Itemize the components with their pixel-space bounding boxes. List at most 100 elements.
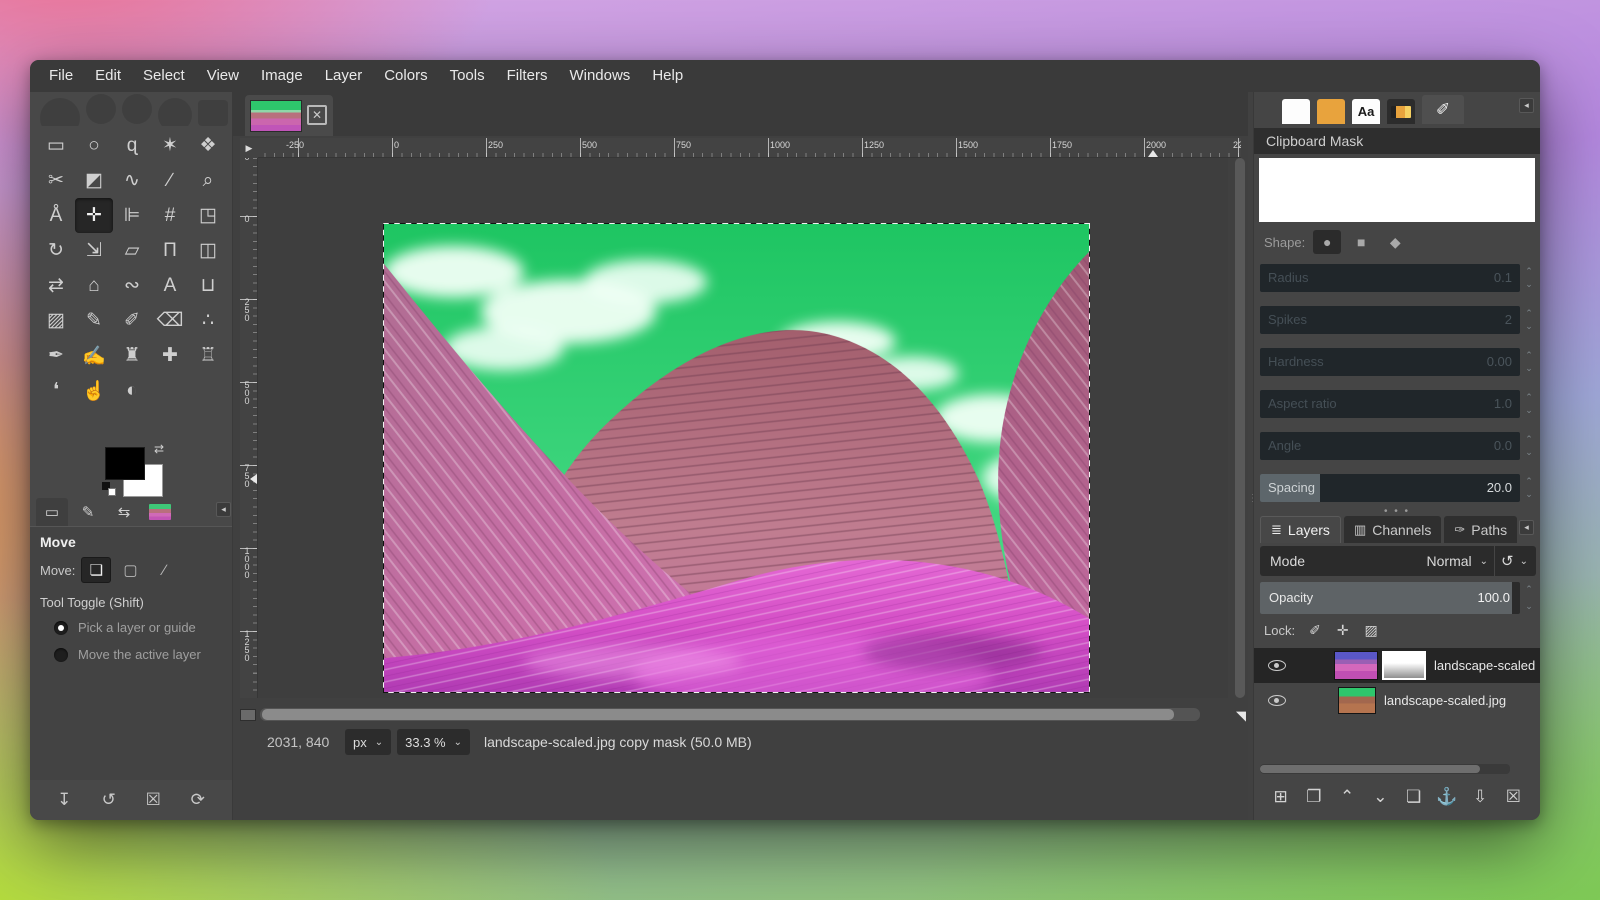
undo-history-tab[interactable]: ⇆ — [108, 498, 140, 526]
3d-transform-tool[interactable]: ◫ — [189, 233, 227, 268]
menu-item[interactable]: Image — [250, 60, 314, 92]
close-image-icon[interactable]: ✕ — [307, 105, 327, 125]
toolbox-dock-menu-button[interactable]: ◂ — [216, 502, 231, 517]
dock-menu-button[interactable]: ◂ — [1519, 98, 1534, 113]
horizontal-scrollbar[interactable] — [260, 708, 1200, 721]
paths-tool[interactable]: ∿ — [113, 163, 151, 198]
slider[interactable]: Angle 0.0 — [1260, 432, 1520, 460]
layer-name[interactable]: landscape-scaled — [1434, 658, 1535, 673]
ink-tool[interactable]: ✒ — [37, 338, 75, 373]
vertical-scrollbar[interactable] — [1235, 158, 1245, 698]
new-layer-button[interactable]: ⊞ — [1267, 787, 1295, 807]
radio-button[interactable] — [54, 648, 68, 662]
brush-editor-tab[interactable]: ✐ — [1422, 95, 1464, 124]
save-tool-preset-button[interactable]: ↧ — [50, 790, 78, 810]
lock-pixels-icon[interactable]: ✐ — [1309, 622, 1321, 639]
paintbrush-tool[interactable]: ✐ — [113, 303, 151, 338]
tool-options-tab[interactable]: ▭ — [36, 498, 68, 526]
opacity-slider[interactable]: Opacity 100.0 — [1260, 582, 1520, 614]
paths-tab[interactable]: ✑ Paths — [1444, 516, 1517, 543]
mode-reset-icon[interactable]: ↺ — [1501, 552, 1514, 570]
spinner[interactable]: ⌃⌄ — [1522, 264, 1536, 292]
navigation-preview-button[interactable]: ◥ — [1236, 708, 1246, 724]
layer-thumbnail[interactable] — [1334, 651, 1378, 680]
spinner[interactable]: ⌃⌄ — [1522, 432, 1536, 460]
lower-layer-button[interactable]: ⌄ — [1366, 787, 1394, 807]
bucket-fill-tool[interactable]: ⊔ — [189, 268, 227, 303]
menu-item[interactable]: Help — [641, 60, 694, 92]
shear-tool[interactable]: ▱ — [113, 233, 151, 268]
new-layer-group-button[interactable]: ❐ — [1300, 787, 1328, 807]
visibility-eye-icon[interactable] — [1268, 695, 1286, 706]
mypaint-brush-tool[interactable]: ✍ — [75, 338, 113, 373]
opacity-spinner[interactable]: ⌃⌄ — [1522, 582, 1536, 614]
crop-tool[interactable]: # — [151, 198, 189, 233]
blur-sharpen-tool[interactable]: ❛ — [37, 373, 75, 408]
foreground-select-tool[interactable]: ◩ — [75, 163, 113, 198]
slider[interactable]: Radius 0.1 — [1260, 264, 1520, 292]
heal-tool[interactable]: ✚ — [151, 338, 189, 373]
flip-tool[interactable]: ⇄ — [37, 268, 75, 303]
layer-mode-row[interactable]: Mode Normal ⌄ ↺ ⌄ — [1260, 546, 1536, 576]
slider[interactable]: Aspect ratio 1.0 — [1260, 390, 1520, 418]
menu-item[interactable]: Colors — [373, 60, 438, 92]
slider[interactable]: Spacing 20.0 — [1260, 474, 1520, 502]
text-tool[interactable]: A — [151, 268, 189, 303]
ruler-corner-button[interactable]: ▶ — [240, 138, 258, 158]
layer-name[interactable]: landscape-scaled.jpg — [1384, 693, 1506, 708]
shape-square-button[interactable]: ■ — [1347, 230, 1375, 254]
radio-button[interactable] — [54, 621, 68, 635]
restore-tool-preset-button[interactable]: ↺ — [95, 790, 123, 810]
move-tool[interactable]: ✛ — [75, 198, 113, 233]
lock-alpha-icon[interactable]: ▨ — [1365, 622, 1378, 639]
layer-thumbnail[interactable] — [1338, 687, 1376, 714]
delete-tool-preset-button[interactable]: ☒ — [139, 790, 167, 810]
perspective-clone-tool[interactable]: ♖ — [189, 338, 227, 373]
gradient-tool[interactable]: ▨ — [37, 303, 75, 338]
menu-item[interactable]: Filters — [496, 60, 559, 92]
menu-item[interactable]: Select — [132, 60, 196, 92]
visibility-eye-icon[interactable] — [1268, 660, 1286, 671]
move-mode-radio-row[interactable]: Pick a layer or guide — [30, 614, 232, 641]
swap-colors-icon[interactable]: ⇄ — [154, 442, 164, 456]
unit-select[interactable]: px ⌄ — [345, 729, 391, 755]
layer-row[interactable]: landscape-scaled — [1254, 648, 1540, 683]
cage-transform-tool[interactable]: ⌂ — [75, 268, 113, 303]
quick-mask-toggle[interactable] — [240, 709, 256, 721]
channels-tab[interactable]: ▥ Channels — [1344, 516, 1441, 543]
horizontal-ruler[interactable]: -2500250500750100012501500175020002250 — [258, 138, 1241, 158]
shape-circle-button[interactable]: ● — [1313, 230, 1341, 254]
perspective-tool[interactable]: Π — [151, 233, 189, 268]
zoom-select[interactable]: 33.3 % ⌄ — [397, 729, 470, 755]
canvas-image[interactable] — [383, 223, 1090, 693]
rotate-tool[interactable]: ↻ — [37, 233, 75, 268]
gradients-tab[interactable] — [1387, 99, 1415, 124]
scale-tool[interactable]: ⇲ — [75, 233, 113, 268]
menu-item[interactable]: File — [38, 60, 84, 92]
menu-item[interactable]: Layer — [314, 60, 374, 92]
scissors-select-tool[interactable]: ✂ — [37, 163, 75, 198]
brushes-tab[interactable] — [1282, 99, 1310, 124]
reset-tool-options-button[interactable]: ⟳ — [184, 790, 212, 810]
move-mode-radio-row[interactable]: Move the active layer — [30, 641, 232, 668]
device-status-tab[interactable]: ✎ — [72, 498, 104, 526]
image-tab[interactable]: ✕ — [245, 95, 333, 136]
lock-position-icon[interactable]: ✛ — [1337, 622, 1349, 639]
move-layer-button[interactable]: ❏ — [81, 557, 111, 583]
warp-transform-tool[interactable]: ∾ — [113, 268, 151, 303]
menu-item[interactable]: Edit — [84, 60, 132, 92]
fonts-tab[interactable]: Aa — [1352, 99, 1380, 124]
slider[interactable]: Hardness 0.00 — [1260, 348, 1520, 376]
patterns-tab[interactable] — [1317, 99, 1345, 124]
merge-down-button[interactable]: ⇩ — [1466, 787, 1494, 807]
anchor-layer-button[interactable]: ⚓ — [1433, 787, 1461, 807]
measure-tool[interactable]: Å — [37, 198, 75, 233]
unified-transform-tool[interactable]: ◳ — [189, 198, 227, 233]
slider[interactable]: Spikes 2 — [1260, 306, 1520, 334]
shape-diamond-button[interactable]: ◆ — [1381, 230, 1409, 254]
pencil-tool[interactable]: ✎ — [75, 303, 113, 338]
align-tool[interactable]: ⊫ — [113, 198, 151, 233]
select-by-color-tool[interactable]: ❖ — [189, 128, 227, 163]
ellipse-select-tool[interactable]: ○ — [75, 128, 113, 163]
clone-tool[interactable]: ♜ — [113, 338, 151, 373]
